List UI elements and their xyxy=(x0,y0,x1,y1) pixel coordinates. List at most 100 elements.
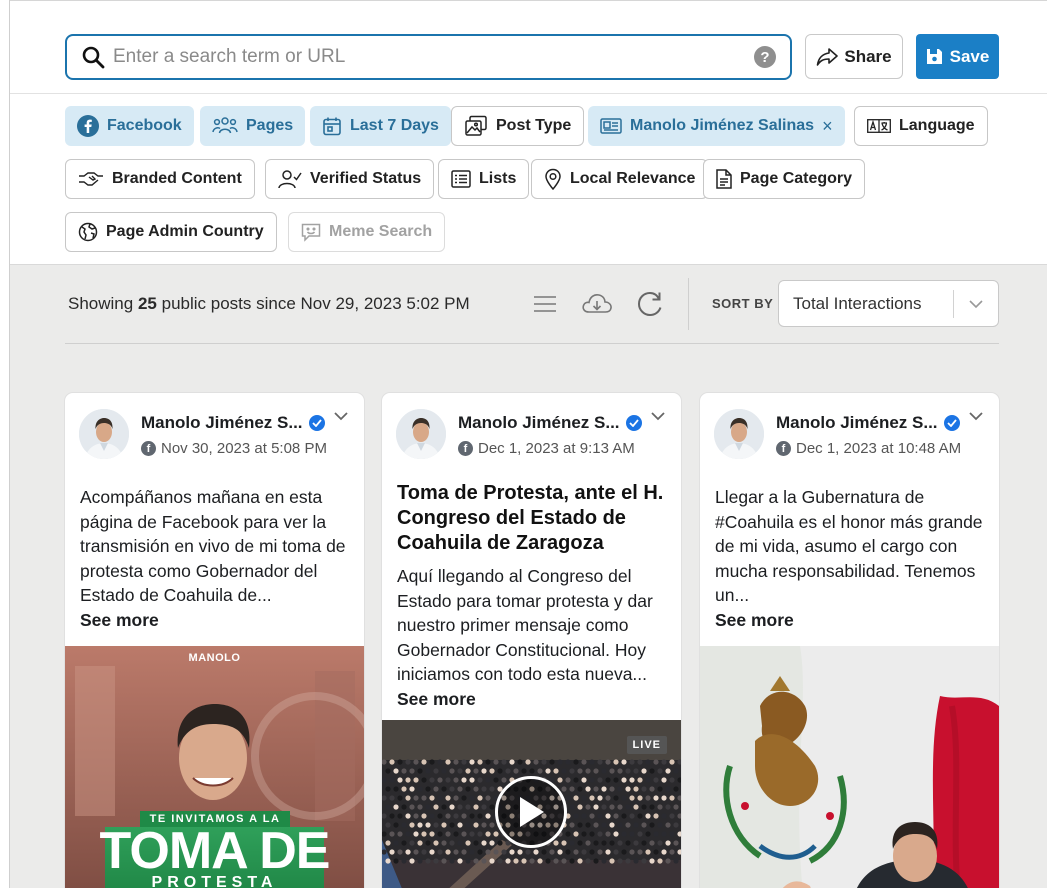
crowd-texture-dot xyxy=(401,858,407,864)
sort-select[interactable]: Total Interactions xyxy=(778,280,999,327)
filter-page-category[interactable]: Page Category xyxy=(703,159,866,199)
avatar[interactable] xyxy=(396,409,446,459)
filter-meme-search[interactable]: Meme Search xyxy=(288,212,446,252)
crowd-texture-dot xyxy=(533,759,539,765)
crowd-texture-dot xyxy=(473,768,479,774)
save-button[interactable]: Save xyxy=(916,34,999,79)
post-title[interactable]: Toma de Protesta, ante el H. Congreso de… xyxy=(397,481,672,556)
crowd-texture-dot xyxy=(597,759,603,765)
post-image[interactable] xyxy=(700,646,999,888)
crowd-texture-dot xyxy=(473,840,479,846)
crowd-texture-dot xyxy=(417,768,423,774)
crowd-texture-dot xyxy=(409,804,415,810)
crowd-texture-dot xyxy=(593,858,599,864)
post-video[interactable]: LIVE xyxy=(382,720,681,888)
chevron-down-icon[interactable] xyxy=(334,411,348,421)
crowd-texture-dot xyxy=(477,795,483,801)
crowd-texture-dot xyxy=(569,768,575,774)
crowd-texture-dot xyxy=(613,795,619,801)
filter-local-relevance[interactable]: Local Relevance xyxy=(531,159,709,199)
download-cloud-icon[interactable] xyxy=(581,288,613,320)
see-more-link[interactable]: See more xyxy=(715,608,985,633)
filter-lists[interactable]: Lists xyxy=(438,159,530,199)
crowd-texture-dot xyxy=(581,813,587,819)
see-more-link[interactable]: See more xyxy=(80,608,350,633)
chevron-down-icon[interactable] xyxy=(969,411,983,421)
filter-verified-status[interactable]: Verified Status xyxy=(265,159,435,199)
share-button[interactable]: Share xyxy=(805,34,903,79)
avatar[interactable] xyxy=(79,409,129,459)
crowd-texture-dot xyxy=(393,822,399,828)
crowd-texture-dot xyxy=(597,777,603,783)
crowd-texture-dot xyxy=(473,804,479,810)
crowd-texture-dot xyxy=(609,804,615,810)
crowd-texture-dot xyxy=(637,795,643,801)
crowd-texture-dot xyxy=(593,786,599,792)
search-input[interactable] xyxy=(113,36,754,78)
crowd-texture-dot xyxy=(525,759,531,765)
refresh-icon[interactable] xyxy=(634,288,666,320)
list-view-icon[interactable] xyxy=(529,288,561,320)
crowd-texture-dot xyxy=(429,831,435,837)
post-author[interactable]: Manolo Jiménez S... xyxy=(141,413,325,433)
crowd-texture-dot xyxy=(457,858,463,864)
crowd-texture-dot xyxy=(417,822,423,828)
meme-chat-icon xyxy=(301,223,321,242)
crowd-texture-dot xyxy=(573,759,579,765)
remove-filter-icon[interactable]: × xyxy=(822,116,833,137)
crowd-texture-dot xyxy=(469,777,475,783)
crowd-texture-dot xyxy=(561,840,567,846)
crowd-texture-dot xyxy=(417,840,423,846)
crowd-texture-dot xyxy=(417,786,423,792)
crowd-texture-dot xyxy=(393,786,399,792)
crowd-texture-dot xyxy=(653,759,659,765)
filter-post-type[interactable]: Post Type xyxy=(451,106,585,146)
filter-page-admin-country[interactable]: Page Admin Country xyxy=(65,212,277,252)
filter-facebook[interactable]: Facebook xyxy=(65,106,194,146)
post-card[interactable]: Manolo Jiménez S... f Dec 1, 2023 at 10:… xyxy=(700,393,999,888)
filter-date[interactable]: Last 7 Days xyxy=(310,106,451,146)
filter-branded-content[interactable]: Branded Content xyxy=(65,159,255,199)
crowd-texture-dot xyxy=(385,858,391,864)
crowd-texture-dot xyxy=(509,849,515,855)
post-image[interactable]: MANOLO TE INVITAMOS A LA TOMA DE PROTEST… xyxy=(65,646,364,888)
filter-language[interactable]: Language xyxy=(854,106,988,146)
crowd-texture-dot xyxy=(445,849,451,855)
crowd-texture-dot xyxy=(389,831,395,837)
crowd-texture-dot xyxy=(397,795,403,801)
crowd-texture-dot xyxy=(565,795,571,801)
crowd-texture-dot xyxy=(517,849,523,855)
crowd-texture-dot xyxy=(665,858,671,864)
crowd-texture-dot xyxy=(637,849,643,855)
filter-page-selected[interactable]: Manolo Jiménez Salinas × xyxy=(588,106,845,146)
crowd-texture-dot xyxy=(401,768,407,774)
post-card[interactable]: Manolo Jiménez S... f Nov 30, 2023 at 5:… xyxy=(65,393,364,888)
post-author[interactable]: Manolo Jiménez S... xyxy=(776,413,960,433)
facebook-icon: f xyxy=(458,441,473,456)
crowd-texture-dot xyxy=(617,804,623,810)
post-card[interactable]: Manolo Jiménez S... f Dec 1, 2023 at 9:1… xyxy=(382,393,681,888)
crowd-texture-dot xyxy=(625,822,631,828)
post-author[interactable]: Manolo Jiménez S... xyxy=(458,413,642,433)
play-icon[interactable] xyxy=(495,776,567,848)
help-icon[interactable]: ? xyxy=(754,46,776,68)
post-meta: f Dec 1, 2023 at 10:48 AM xyxy=(776,440,961,457)
crowd-texture-dot xyxy=(669,849,675,855)
crowd-texture-dot xyxy=(385,840,391,846)
crowd-texture-dot xyxy=(441,786,447,792)
crowd-texture-dot xyxy=(405,831,411,837)
crowd-texture-dot xyxy=(425,804,431,810)
see-more-link[interactable]: See more xyxy=(397,687,667,712)
crowd-texture-dot xyxy=(597,831,603,837)
avatar[interactable] xyxy=(714,409,764,459)
filter-pages[interactable]: Pages xyxy=(200,106,306,146)
search-bar[interactable]: ? xyxy=(65,34,792,80)
crowd-texture-dot xyxy=(421,759,427,765)
crowd-texture-dot xyxy=(585,840,591,846)
post-date: Nov 30, 2023 at 5:08 PM xyxy=(161,440,327,457)
crowd-texture-dot xyxy=(645,831,651,837)
globe-icon xyxy=(78,222,98,242)
crowd-texture-dot xyxy=(641,804,647,810)
chevron-down-icon[interactable] xyxy=(651,411,665,421)
crowd-texture-dot xyxy=(661,795,667,801)
